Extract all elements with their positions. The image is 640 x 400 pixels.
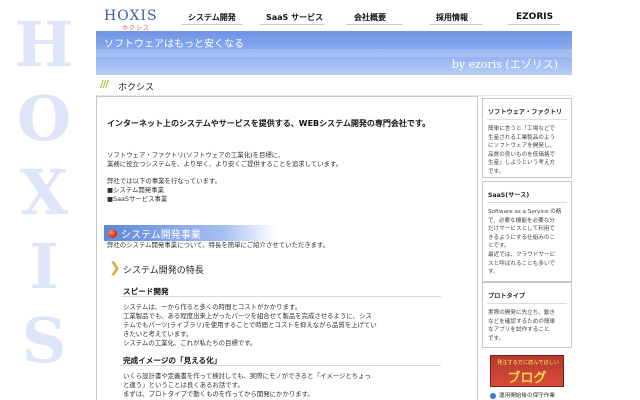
- lead-heading: インターネット上のシステムやサービスを提供する、WEBシステム開発の専門会社です…: [107, 119, 431, 128]
- speed-line: 工業製品でも、ある程度出来上がったパーツを組合せて製品を完成させるように、シス: [123, 312, 372, 320]
- sidebar-box-prototype: プロトタイプ 実際の開発に先立ち、動き などを確認するための簡単 なアプリを試作…: [482, 282, 572, 348]
- site-logo[interactable]: HOXIS: [104, 8, 158, 24]
- chevron-right-icon: ❯: [109, 260, 121, 276]
- banner-byline: by ezoris (エゾリス): [451, 58, 558, 71]
- red-orb-icon: [108, 229, 117, 238]
- page: { "watermark": { "letters": ["H", "O", "…: [0, 0, 640, 400]
- sidebar-box-text: Software as a Service の略 で、必要な機能を必要な分 だけ…: [488, 208, 570, 277]
- sidebar-link-maintenance[interactable]: 運用開始後の保守作業: [490, 391, 555, 399]
- section-title-bar: システム開発事業: [104, 225, 276, 241]
- nav-system-development[interactable]: システム開発: [188, 12, 236, 23]
- breadcrumb: /// ホクシス: [96, 78, 572, 96]
- breadcrumb-current: ホクシス: [118, 83, 155, 93]
- watermark-letter: O: [16, 82, 71, 155]
- image-line: いくら設計書や定義書を作って検討しても、実際にモノができると「イメージとちょっ: [123, 372, 371, 380]
- top-navigation: HOXIS ホクシス システム開発 SaaS サービス 会社概要 採用情報 EZ…: [96, 0, 572, 32]
- heading-divider: [121, 365, 441, 366]
- sidebar-text-line: 生産」しようという考え方: [488, 160, 556, 167]
- section-description: 弊社のシステム開発事業について、特長を簡単にご紹介させていただきます。: [107, 241, 330, 249]
- blog-banner-caption: 発注する方に読んでほしい: [497, 360, 559, 366]
- speed-line: システムの工業化、これが私たちの目標です。: [123, 339, 257, 347]
- watermark-letter: I: [29, 230, 59, 303]
- globe-icon: [490, 392, 496, 399]
- heading-divider: [121, 296, 441, 297]
- main-content: インターネット上のシステムやサービスを提供する、WEBシステム開発の専門会社です…: [96, 96, 478, 400]
- sidebar-divider: [487, 303, 567, 304]
- sidebar-text-line: なアプリを試作すること: [488, 327, 550, 334]
- sidebar-text-line: とです。: [488, 243, 510, 250]
- sidebar-text-line: す。: [488, 269, 499, 276]
- watermark-letter: S: [21, 304, 67, 377]
- sidebar-box-title: プロトタイプ: [488, 293, 526, 300]
- blog-banner-link[interactable]: 発注する方に読んでほしい ブログ: [490, 355, 564, 387]
- sidebar-box-software-factory: ソフトウェア・ファクトリ 簡単に言うと「工場などで 生産される工業製品のよう に…: [482, 98, 572, 178]
- blog-banner-title: ブログ: [507, 371, 547, 386]
- sidebar-text-line: 生産される工業製品のよう: [488, 134, 556, 141]
- watermark-letter: X: [19, 156, 69, 229]
- nav-underline: [508, 24, 560, 25]
- business-line: ■SaaSサービス事業: [107, 195, 168, 203]
- nav-underline: [182, 24, 242, 25]
- sidebar-link-label: 運用開始後の保守作業: [499, 393, 555, 399]
- nav-saas-service[interactable]: SaaS サービス: [266, 12, 323, 23]
- nav-recruit[interactable]: 採用情報: [436, 12, 468, 23]
- nav-underline: [260, 24, 324, 25]
- hoxis-watermark: H O X I S: [0, 0, 96, 400]
- sidebar-text-line: にソフトウェアを開発し、: [488, 143, 556, 150]
- sidebar-box-title: SaaS(サース): [488, 192, 530, 199]
- intro-line: 業務に役立つシステムを、より早く、より安くご提供することを追求しています。: [107, 160, 343, 168]
- nav-ezoris[interactable]: EZORIS: [516, 12, 553, 22]
- sidebar-text-line: 簡単に言うと「工場などで: [488, 126, 556, 132]
- nav-company-profile[interactable]: 会社概要: [354, 12, 386, 23]
- sidebar-text-line: だけサービスとして利用で: [488, 226, 555, 233]
- sidebar: ソフトウェア・ファクトリ 簡単に言うと「工場などで 生産される工業製品のよう に…: [482, 96, 572, 400]
- sidebar-text-line: 品質の良いものを低価格で: [488, 151, 556, 158]
- sidebar-text-line: スと呼ばれることも多いで: [488, 260, 555, 267]
- nav-underline: [346, 24, 402, 25]
- sidebar-divider: [487, 202, 567, 203]
- sidebar-box-title: ソフトウェア・ファクトリ: [488, 109, 563, 116]
- speed-line: テムでもパーツ(ライブラリ)を使用することで時間とコストを抑えながら品質を上げて…: [123, 321, 377, 329]
- sidebar-text-line: です。: [488, 335, 505, 342]
- sidebar-text-line: Software as a Service の略: [488, 209, 562, 215]
- sidebar-text-line: で、必要な機能を必要な分: [488, 217, 555, 224]
- sidebar-text-line: 最近では、クラウドサービ: [488, 251, 556, 258]
- image-line: まずは、プロトタイプで動くものを作ってから開発にかかります。: [123, 390, 314, 398]
- speed-line: きたいと考えています。: [123, 330, 193, 338]
- nav-underline: [430, 24, 482, 25]
- hero-banner: ソフトウェアはもっと安くなる by ezoris (エゾリス): [96, 31, 572, 75]
- sidebar-text-line: です。: [488, 168, 505, 175]
- sidebar-text-line: などを確認するための簡単: [488, 318, 556, 325]
- speed-line: システムは、一から作ると多くの時間とコストがかかります。: [123, 303, 302, 311]
- banner-tagline: ソフトウェアはもっと安くなる: [104, 39, 244, 50]
- watermark-letter: H: [14, 8, 74, 81]
- sidebar-text-line: きるようにする仕組みのこ: [488, 234, 556, 241]
- sidebar-box-text: 簡単に言うと「工場などで 生産される工業製品のよう にソフトウェアを開発し、 品…: [488, 125, 570, 177]
- image-line: と違う」ということは良くあるお話です。: [123, 381, 244, 389]
- sidebar-box-saas: SaaS(サース) Software as a Service の略 で、必要な…: [482, 181, 572, 282]
- feature-title: システム開発の特長: [123, 266, 204, 276]
- section-title: システム開発事業: [121, 230, 201, 241]
- breadcrumb-slashes-icon: ///: [100, 79, 109, 90]
- sidebar-text-line: 実際の開発に先立ち、動き: [488, 310, 556, 316]
- sidebar-box-text: 実際の開発に先立ち、動き などを確認するための簡単 なアプリを試作すること です…: [488, 309, 570, 343]
- sidebar-divider: [487, 119, 567, 120]
